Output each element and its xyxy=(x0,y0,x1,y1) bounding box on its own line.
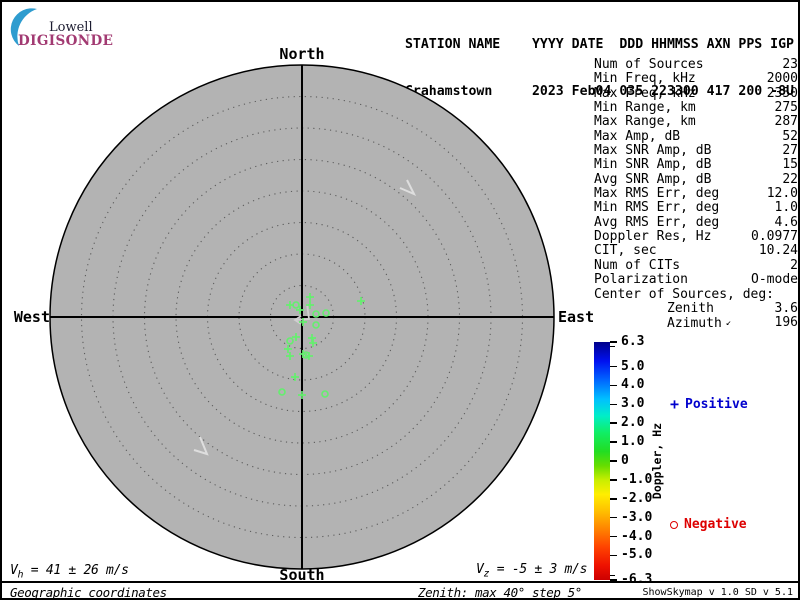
colorbar-tick-label: 6.3 xyxy=(621,334,645,349)
colorbar-tick xyxy=(610,365,617,368)
parameter-row: Min Freq, kHz 2000 xyxy=(594,71,798,87)
parameters-list: Num of Sources 23 Min Freq, kHz 2000 Max Fre… xyxy=(594,57,798,332)
horizontal-velocity-readout: Vh = 41 ± 26 m/s xyxy=(10,563,129,581)
colorbar-tick-label: -4.0 xyxy=(621,528,653,544)
colorbar-tick xyxy=(610,497,617,500)
colorbar-tick-label: -1.0 xyxy=(621,471,653,487)
parameter-row: Zenith 3.6 xyxy=(667,300,798,316)
colorbar-tick-label: 5.0 xyxy=(621,358,645,374)
parameter-row: Avg SNR Amp, dB 22 xyxy=(594,171,798,187)
positive-marker-icon: + xyxy=(670,395,680,413)
colorbar-tick-label: 3.0 xyxy=(621,396,645,412)
colorbar-tick xyxy=(610,403,617,406)
arrow-down-left-icon: ↙ xyxy=(725,318,732,329)
colorbar-tick-label: -2.0 xyxy=(621,490,653,506)
colorbar-tick xyxy=(610,479,617,481)
positive-legend: + Positive xyxy=(670,395,748,413)
parameter-row: Min Range, km 275 xyxy=(594,100,798,116)
colorbar-tick-label: -5.0 xyxy=(621,547,653,563)
parameter-row: Max Freq, kHz 2350 xyxy=(594,85,798,101)
colorbar-minor-tick xyxy=(610,574,615,577)
zenith-range-note: Zenith: max 40° step 5° xyxy=(418,585,582,600)
showskymap-window: Lowell DIGISONDE STATION NAME YYYY DATE … xyxy=(0,0,800,600)
compass-west-label: West xyxy=(13,308,50,326)
vz-symbol: V xyxy=(476,562,484,577)
positive-legend-label: Positive xyxy=(685,397,748,412)
colorbar-tick xyxy=(610,554,617,557)
compass-north-label: North xyxy=(279,45,325,63)
parameter-row: Avg RMS Err, deg 4.6 xyxy=(594,214,798,230)
negative-legend-label: Negative xyxy=(684,517,747,532)
parameter-row: Polarization O-mode xyxy=(594,272,798,288)
vh-value: = 41 ± 26 m/s xyxy=(23,563,129,578)
parameter-row: Num of Sources 23 xyxy=(594,57,798,72)
parameter-row: Center of Sources, deg: xyxy=(594,286,775,302)
colorbar-tick-label: 1.0 xyxy=(621,434,645,450)
footer-separator-line xyxy=(2,581,798,583)
vertical-velocity-readout: Vz = -5 ± 3 m/s xyxy=(476,562,587,580)
parameter-row: Min SNR Amp, dB 15 xyxy=(594,157,798,173)
colorbar-tick xyxy=(610,384,617,387)
negative-legend: Negative xyxy=(670,517,747,532)
parameter-row: Min RMS Err, deg 1.0 xyxy=(594,200,798,216)
vz-value: = -5 ± 3 m/s xyxy=(489,562,588,577)
parameter-row: Doppler Res, Hz 0.0977 xyxy=(594,229,798,245)
colorbar-tick-label: 0 xyxy=(621,453,629,468)
colorbar-tick-label: -3.0 xyxy=(621,509,653,525)
parameter-row: Max SNR Amp, dB 27 xyxy=(594,143,798,159)
colorbar-tick xyxy=(610,341,617,343)
colorbar-tick xyxy=(610,535,617,538)
coordinates-note: Geographic coordinates xyxy=(10,585,167,600)
colorbar-tick-label: -6.3 xyxy=(621,572,653,587)
parameter-row: Max Range, km 287 xyxy=(594,114,798,130)
colorbar-gradient xyxy=(594,342,610,580)
colorbar-tick-label: 4.0 xyxy=(621,377,645,393)
negative-marker-icon xyxy=(670,520,678,529)
colorbar-tick xyxy=(610,460,617,462)
vh-symbol: V xyxy=(10,563,18,578)
parameter-row: Num of CITs 2 xyxy=(594,257,798,273)
colorbar-tick xyxy=(610,422,617,425)
software-version: ShowSkymap v 1.0 SD v 5.1 xyxy=(642,587,793,598)
parameter-row: Max RMS Err, deg 12.0 xyxy=(594,186,798,202)
parameter-row: CIT, sec 10.24 xyxy=(594,243,798,259)
colorbar-title: Doppler, Hz xyxy=(650,422,664,500)
colorbar-tick xyxy=(610,516,617,519)
colorbar-minor-tick xyxy=(610,345,615,348)
colorbar-tick-label: 2.0 xyxy=(621,415,645,431)
parameter-row: Azimuth ↙ 196 xyxy=(667,315,798,332)
colorbar-tick xyxy=(610,441,617,443)
parameter-row: Max Amp, dB 52 xyxy=(594,128,798,144)
